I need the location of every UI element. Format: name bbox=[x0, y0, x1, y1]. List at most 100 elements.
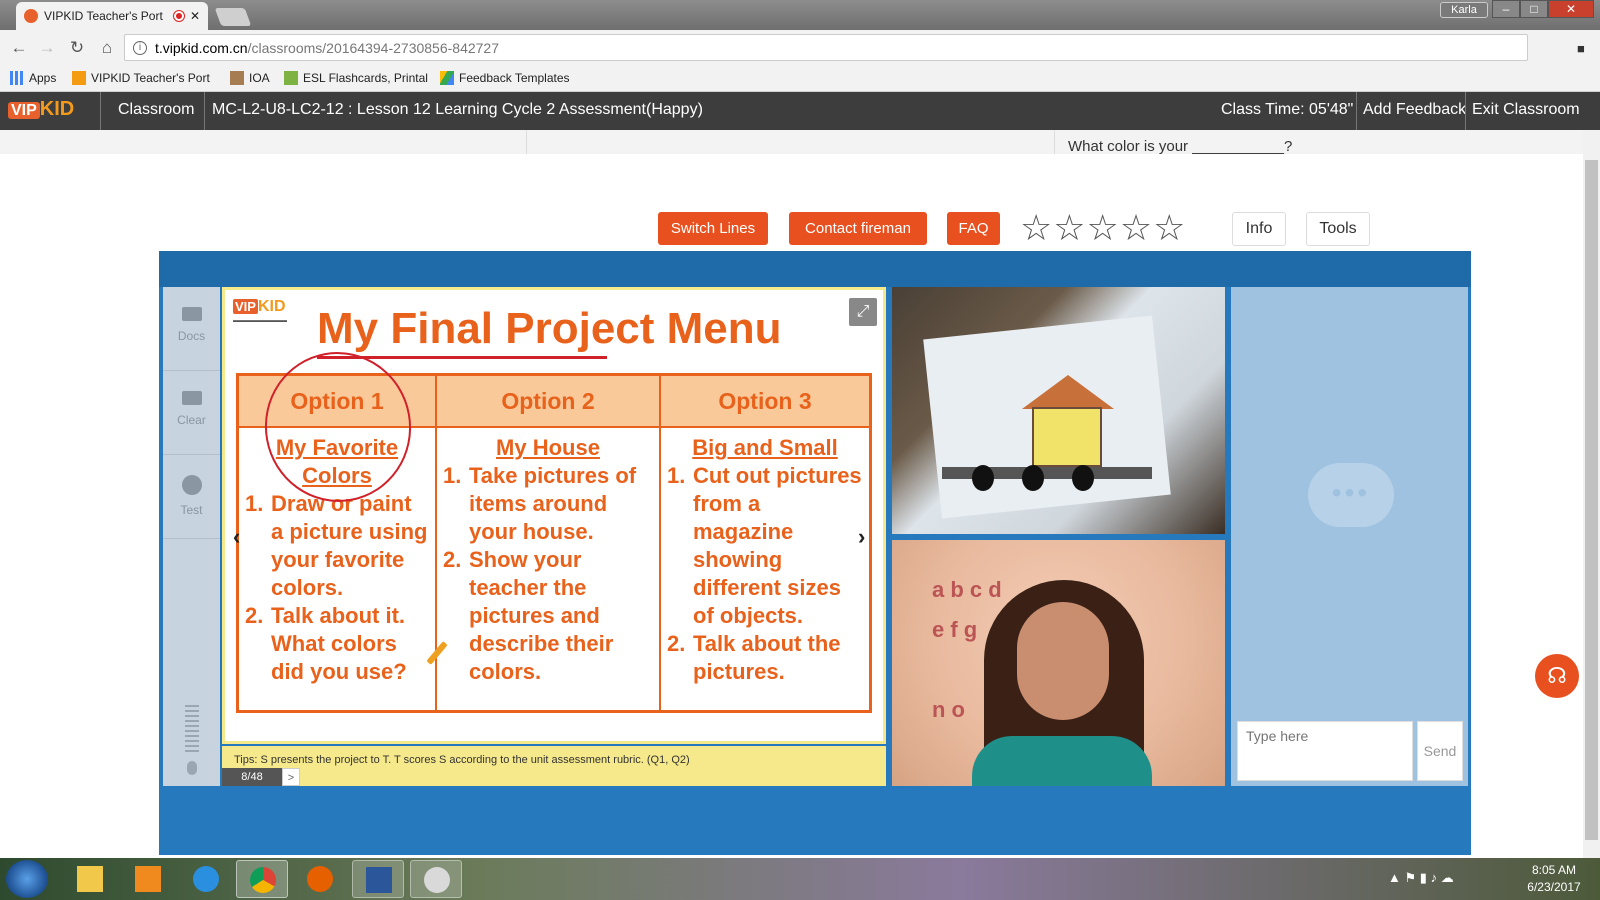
column-body: Big and Small 1. Cut out pictures from a … bbox=[661, 428, 869, 686]
header-divider bbox=[1465, 92, 1466, 130]
scrollbar-thumb[interactable] bbox=[1585, 160, 1598, 840]
tips-bar: Tips: S presents the project to T. T sco… bbox=[222, 746, 886, 786]
fullscreen-expand-icon[interactable]: ⤢ bbox=[849, 298, 877, 326]
tray-arrow-icon[interactable]: ▲ bbox=[1388, 870, 1401, 885]
camera-in-use-icon[interactable]: ■ bbox=[1577, 41, 1585, 56]
taskbar-chrome[interactable] bbox=[236, 860, 288, 898]
recording-indicator-icon bbox=[173, 11, 184, 21]
url-path: /classrooms/20164394-2730856-842727 bbox=[247, 39, 499, 56]
forward-arrow-icon[interactable]: → bbox=[36, 38, 58, 58]
folder-icon bbox=[77, 866, 103, 892]
taskbar-paint[interactable] bbox=[410, 860, 462, 898]
clock-time: 8:05 AM bbox=[1531, 863, 1577, 877]
lesson-title: MC-L2-U8-LC2-12 : Lesson 12 Learning Cyc… bbox=[212, 101, 703, 118]
bookmark-esl-flashcards[interactable]: ESL Flashcards, Printal bbox=[284, 71, 428, 85]
add-feedback-button[interactable]: Add Feedback bbox=[1363, 101, 1466, 119]
vipkid-logo: VIP KID bbox=[8, 98, 74, 121]
google-drive-icon bbox=[440, 71, 454, 85]
header-divider bbox=[1356, 92, 1357, 130]
slide-logo-caption: ▬▬▬▬▬▬▬▬▬ bbox=[233, 318, 287, 324]
step-item: 2. Talk about it. What colors did you use… bbox=[245, 603, 407, 684]
step-item: 2. Talk about the pictures. bbox=[667, 631, 841, 684]
taskbar-firefox[interactable] bbox=[294, 860, 346, 898]
menu-column: Option 2 My House 1. Take pictures of ite… bbox=[435, 376, 659, 710]
mic-level-meter bbox=[185, 705, 199, 755]
network-icon[interactable]: ▮ bbox=[1420, 870, 1427, 885]
switch-lines-button[interactable]: Switch Lines bbox=[658, 212, 768, 245]
class-time: Class Time: 05'48" bbox=[1221, 101, 1354, 118]
maximize-window-button[interactable]: □ bbox=[1520, 0, 1548, 18]
bookmark-ioa[interactable]: IOA bbox=[230, 71, 270, 85]
vipkid-logo-badge: VIP bbox=[8, 102, 40, 119]
taskbar-internet-explorer[interactable] bbox=[180, 860, 232, 898]
address-bar[interactable]: i t.vipkid.com.cn/classrooms/20164394-27… bbox=[124, 34, 1585, 61]
drawing-wheel bbox=[972, 465, 994, 491]
close-tab-icon[interactable]: ✕ bbox=[190, 9, 200, 23]
page-scrollbar[interactable] bbox=[1583, 130, 1600, 858]
page-next-button[interactable]: > bbox=[282, 768, 300, 786]
taskbar-word[interactable] bbox=[352, 860, 404, 898]
start-button[interactable] bbox=[6, 860, 48, 898]
flag-icon[interactable]: ⚑ bbox=[1405, 870, 1417, 885]
test-tool[interactable]: Test bbox=[163, 455, 220, 539]
word-icon bbox=[366, 867, 392, 893]
chrome-icon bbox=[250, 867, 276, 893]
cloud-icon[interactable]: ☁ bbox=[1441, 870, 1454, 885]
teacher-face bbox=[1017, 602, 1109, 720]
paint-icon bbox=[424, 867, 450, 893]
esl-icon bbox=[284, 71, 298, 85]
bookmarks-bar: Apps VIPKID Teacher's Port IOA ESL Flash… bbox=[0, 66, 1600, 92]
contact-fireman-button[interactable]: Contact fireman bbox=[789, 212, 927, 245]
bookmark-vipkid-portal[interactable]: VIPKID Teacher's Port bbox=[72, 71, 210, 85]
system-clock[interactable]: 8:05 AM 6/23/2017 bbox=[1514, 862, 1594, 896]
chat-input[interactable] bbox=[1237, 721, 1413, 781]
slide-logo: VIP KID bbox=[233, 298, 286, 316]
vipkid-icon bbox=[72, 71, 86, 85]
next-slide-button[interactable]: › bbox=[858, 524, 865, 550]
rating-stars[interactable]: ☆☆☆☆☆ bbox=[1020, 207, 1186, 249]
column-subtitle: Big and Small bbox=[692, 435, 838, 460]
slide-tools-panel: Docs Clear Test bbox=[163, 287, 220, 786]
taskbar-file-explorer[interactable] bbox=[64, 860, 116, 898]
header-divider bbox=[204, 92, 205, 130]
url-host: t.vipkid.com.cn bbox=[155, 39, 248, 56]
user-profile-badge[interactable]: Karla bbox=[1440, 2, 1488, 18]
previous-slide-button[interactable]: ‹ bbox=[233, 524, 240, 550]
ioa-icon bbox=[230, 71, 244, 85]
clear-tool[interactable]: Clear bbox=[163, 371, 220, 455]
drawing-wheel bbox=[1022, 465, 1044, 491]
info-button[interactable]: Info bbox=[1232, 212, 1286, 246]
hint-divider bbox=[526, 130, 527, 154]
step-item: 1. Cut out pictures from a magazine showi… bbox=[667, 463, 862, 628]
new-tab-button[interactable] bbox=[214, 8, 252, 26]
bookmark-apps[interactable]: Apps bbox=[10, 71, 56, 85]
chat-dots: ••• bbox=[1331, 477, 1371, 508]
send-button[interactable]: Send bbox=[1417, 721, 1463, 781]
reload-icon[interactable]: ↻ bbox=[66, 38, 88, 58]
system-tray[interactable]: ▲ ⚑ ▮ ♪ ☁ bbox=[1388, 870, 1454, 886]
drawing-house bbox=[1032, 407, 1102, 467]
tools-button[interactable]: Tools bbox=[1306, 212, 1370, 246]
browser-tab[interactable]: VIPKID Teacher's Port ✕ bbox=[16, 2, 208, 30]
slide-logo-badge: VIP bbox=[233, 299, 258, 314]
column-body: My House 1. Take pictures of items around… bbox=[437, 428, 659, 686]
back-arrow-icon[interactable]: ← bbox=[8, 38, 30, 58]
exit-classroom-button[interactable]: Exit Classroom bbox=[1472, 101, 1580, 119]
site-info-icon[interactable]: i bbox=[133, 40, 147, 55]
student-video-feed bbox=[892, 287, 1225, 534]
docs-tool[interactable]: Docs bbox=[163, 287, 220, 371]
minimize-window-button[interactable]: – bbox=[1492, 0, 1520, 18]
page-counter: 8/48 bbox=[222, 768, 282, 786]
home-icon[interactable]: ⌂ bbox=[96, 38, 118, 58]
menu-column: Option 3 Big and Small 1. Cut out picture… bbox=[659, 376, 869, 710]
drawing-roof bbox=[1022, 375, 1114, 409]
support-headset-icon[interactable]: ☊ bbox=[1535, 654, 1579, 698]
classroom-label[interactable]: Classroom bbox=[118, 101, 194, 119]
header-divider bbox=[100, 92, 101, 130]
close-window-button[interactable]: ✕ bbox=[1548, 0, 1594, 18]
volume-icon[interactable]: ♪ bbox=[1431, 870, 1438, 885]
taskbar-media-player[interactable] bbox=[122, 860, 174, 898]
faq-button[interactable]: FAQ bbox=[947, 212, 1000, 245]
bookmark-feedback-templates[interactable]: Feedback Templates bbox=[440, 71, 570, 85]
question-hint-bar: What color is your ___________? bbox=[0, 130, 1583, 154]
